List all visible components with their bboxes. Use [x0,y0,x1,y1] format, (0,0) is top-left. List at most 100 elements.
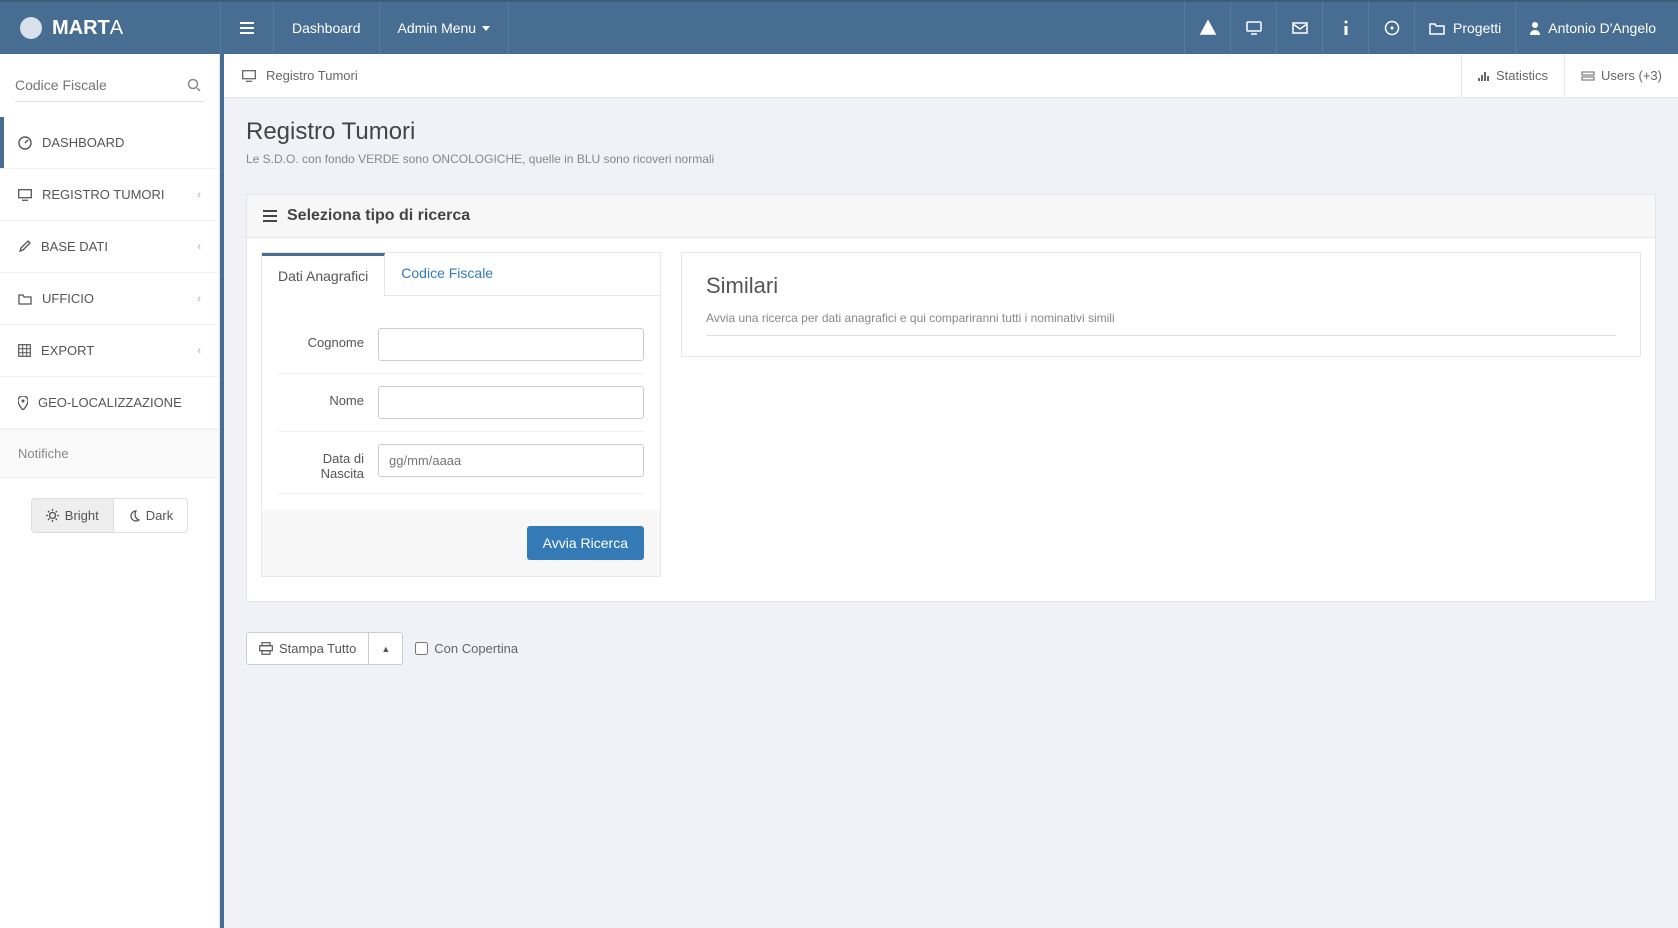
content-topbar: Registro Tumori Statistics Users (+3) [224,54,1678,98]
folder-open-icon [1429,21,1445,35]
info-icon [1343,20,1349,36]
similari-panel: Similari Avvia una ricerca per dati anag… [681,252,1641,357]
similari-hint: Avvia una ricerca per dati anagrafici e … [706,311,1616,336]
stampa-dropdown-button[interactable]: ▲ [369,632,403,665]
sidebar-toggle-button[interactable] [220,2,274,54]
chevron-left-icon: ‹ [197,189,201,201]
breadcrumb: Registro Tumori [224,54,376,97]
con-copertina-checkbox[interactable] [415,642,428,655]
top-navbar: MARTA Dashboard Admin Menu Progetti Anto… [0,0,1678,54]
con-copertina-label: Con Copertina [434,641,518,656]
dashboard-icon [18,136,32,150]
nav-dashboard-label: Dashboard [292,20,361,36]
avvia-ricerca-button[interactable]: Avvia Ricerca [527,526,644,560]
sidebar-search-input[interactable] [15,69,204,102]
nav-warning-button[interactable] [1184,2,1230,54]
breadcrumb-label: Registro Tumori [266,68,358,83]
sun-icon [46,509,59,522]
search-icon[interactable] [187,78,201,92]
sidebar-item-label: REGISTRO TUMORI [42,187,165,202]
nav-user-menu[interactable]: Antonio D'Angelo [1515,2,1678,54]
edit-icon [18,240,31,253]
nav-info-button[interactable] [1322,2,1368,54]
nome-input[interactable] [378,386,644,419]
tab-codice-fiscale[interactable]: Codice Fiscale [385,253,509,295]
sidebar-item-dashboard[interactable]: DASHBOARD [0,117,219,168]
nav-dashboard[interactable]: Dashboard [274,2,380,54]
nav-user-label: Antonio D'Angelo [1548,20,1656,36]
chevron-left-icon: ‹ [197,345,201,357]
stampa-tutto-label: Stampa Tutto [279,641,356,656]
sidebar-item-label: DASHBOARD [42,135,124,150]
sidebar-notifications-heading: Notifiche [0,429,219,478]
tab-dati-anagrafici[interactable]: Dati Anagrafici [262,253,385,296]
form-footer: Avvia Ricerca [262,510,660,576]
theme-bright-label: Bright [65,508,99,523]
bars-icon [240,22,254,34]
nav-admin-menu[interactable]: Admin Menu [380,2,510,54]
page-header: Registro Tumori Le S.D.O. con fondo VERD… [224,98,1678,176]
nav-help-button[interactable] [1368,2,1414,54]
sidebar-item-export[interactable]: EXPORT ‹ [0,325,219,376]
search-tabs: Dati Anagrafici Codice Fiscale [262,253,660,296]
help-icon [1384,20,1400,36]
sidebar-item-label: UFFICIO [42,291,94,306]
topbar-statistics[interactable]: Statistics [1461,54,1564,97]
caret-up-icon: ▲ [381,644,390,654]
monitor-icon [1246,21,1262,35]
nome-label: Nome [278,386,378,408]
page-title: Registro Tumori [246,118,1656,146]
topbar-users[interactable]: Users (+3) [1564,54,1678,97]
similari-title: Similari [706,273,1616,299]
moon-icon [128,510,140,522]
brand-bold: MART [52,17,110,39]
topbar-users-label: Users (+3) [1601,68,1662,83]
nav-monitor-button[interactable] [1230,2,1276,54]
panel-title-bar: Seleziona tipo di ricerca [247,195,1655,238]
topbar-statistics-label: Statistics [1496,68,1548,83]
monitor-icon [242,70,256,82]
sidebar-item-geo[interactable]: GEO-LOCALIZZAZIONE [0,377,219,428]
pin-icon [18,396,28,410]
caret-down-icon [482,26,490,31]
print-button-group: Stampa Tutto ▲ [246,632,403,665]
cognome-label: Cognome [278,328,378,350]
cognome-input[interactable] [378,328,644,361]
theme-dark-button[interactable]: Dark [114,499,187,532]
chevron-left-icon: ‹ [197,293,201,305]
nav-projects[interactable]: Progetti [1414,2,1515,54]
sidebar-search [0,54,219,117]
topbar-right: Statistics Users (+3) [1461,54,1678,97]
monitor-icon [18,189,32,201]
logo-icon [20,17,42,39]
tab-content: Cognome Nome Data di Nascita Avvia [262,296,660,576]
sidebar-item-ufficio[interactable]: UFFICIO ‹ [0,273,219,324]
server-icon [1581,71,1595,81]
grid-icon [18,344,31,357]
data-nascita-input[interactable] [378,444,644,477]
nav-projects-label: Progetti [1453,20,1501,36]
theme-toggle: Bright Dark [31,498,188,533]
search-box: Dati Anagrafici Codice Fiscale Cognome N… [261,252,661,577]
nav-admin-menu-label: Admin Menu [398,20,477,36]
sidebar-item-basedati[interactable]: BASE DATI ‹ [0,221,219,272]
sidebar-item-label: BASE DATI [41,239,108,254]
brand[interactable]: MARTA [0,2,220,54]
chevron-left-icon: ‹ [197,241,201,253]
sidebar-item-label: EXPORT [41,343,94,358]
brand-light: A [110,17,123,39]
stampa-tutto-button[interactable]: Stampa Tutto [246,632,369,665]
sidebar-item-label: GEO-LOCALIZZAZIONE [38,395,182,410]
data-nascita-label: Data di Nascita [278,444,378,481]
warning-icon [1200,20,1216,36]
sidebar-item-registro[interactable]: REGISTRO TUMORI ‹ [0,169,219,220]
panel-title: Seleziona tipo di ricerca [287,207,470,225]
bars-chart-icon [1478,70,1490,82]
list-icon [263,210,277,222]
folder-icon [18,293,32,305]
con-copertina-wrapper[interactable]: Con Copertina [415,641,518,656]
sidebar: DASHBOARD REGISTRO TUMORI ‹ BASE DATI ‹ … [0,54,220,928]
nav-mail-button[interactable] [1276,2,1322,54]
print-row: Stampa Tutto ▲ Con Copertina [246,632,1656,665]
theme-bright-button[interactable]: Bright [32,499,114,532]
